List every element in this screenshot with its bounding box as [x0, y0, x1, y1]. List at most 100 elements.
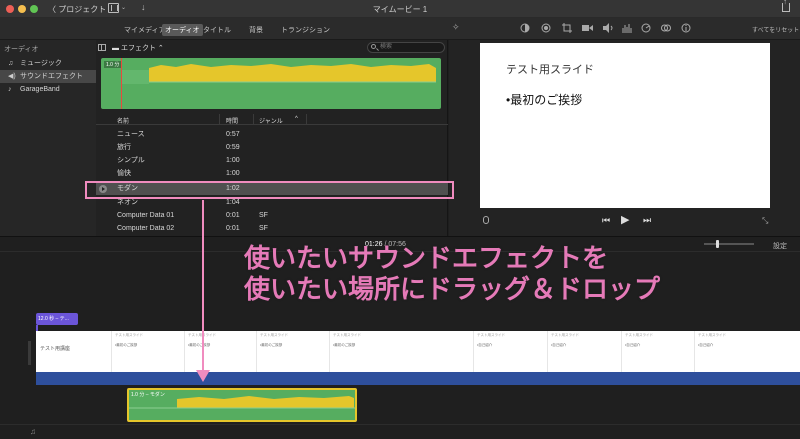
magic-wand-icon[interactable]: ✧: [452, 22, 460, 33]
item-time: 0:59: [226, 144, 240, 151]
timeline-zoom-slider[interactable]: [704, 240, 754, 248]
reset-all-button[interactable]: すべてをリセット: [752, 25, 799, 34]
item-name: Computer Data 01: [117, 212, 175, 219]
item-time: 0:57: [226, 131, 240, 138]
search-icon: [371, 44, 376, 49]
clip-audio-band[interactable]: [36, 372, 800, 385]
info-icon[interactable]: [681, 23, 691, 33]
preview-duration-label: 1.0 分: [104, 61, 122, 68]
sound-effect-clip[interactable]: 1.0 分 – モダン: [127, 388, 357, 422]
guitar-icon: ♪: [8, 86, 12, 93]
folder-label: エフェクト ⌃: [120, 45, 164, 52]
drag-arrow-shaft: [202, 200, 204, 370]
list-item[interactable]: 旅行 0:59: [96, 141, 448, 154]
sidebar-toggle-icon[interactable]: [98, 44, 106, 51]
sort-ascending-icon[interactable]: ^: [295, 116, 298, 122]
column-divider: [306, 114, 307, 125]
instruction-line-2: 使いたい場所にドラッグ＆ドロップ: [244, 274, 661, 304]
preview-playhead[interactable]: [121, 58, 122, 109]
browser-tab-bar: マイメディア オーディオ タイトル 背景 トランジション ✧ すべてをリセット: [0, 18, 800, 40]
list-header: 名前 時間 ジャンル ^: [96, 114, 448, 125]
item-name: ニュース: [117, 131, 145, 138]
video-track[interactable]: テスト用講座 テスト用スライド•最初のご挨拶 テスト用スライド•最初のご挨拶 テ…: [36, 331, 800, 372]
sidebar-item-label: サウンドエフェクト: [20, 73, 83, 80]
speaker-icon: ◀): [8, 73, 16, 80]
column-header-time[interactable]: 時間: [226, 116, 238, 125]
microphone-icon[interactable]: [483, 216, 489, 224]
sidebar-item-music[interactable]: ♫ ミュージック: [0, 57, 96, 70]
item-genre: SF: [259, 225, 268, 232]
browser-toolbar: ▬ エフェクト ⌃ 検索: [96, 40, 448, 55]
volume-icon[interactable]: [603, 23, 613, 33]
play-icon[interactable]: ▶: [621, 213, 629, 226]
title-clip[interactable]: 12.0 秒 – テ...: [36, 313, 78, 325]
column-header-genre[interactable]: ジャンル: [259, 116, 283, 125]
item-name: Computer Data 02: [117, 225, 175, 232]
list-item[interactable]: Computer Data 01 0:01 SF: [96, 209, 448, 222]
filmstrip-frame: テスト用スライド•最初のご挨拶: [111, 331, 146, 372]
slide-title: テスト用スライド: [506, 64, 594, 76]
folder-icon: ▬: [112, 45, 121, 52]
clip-filter-icon[interactable]: [661, 23, 671, 33]
zoom-slider-knob[interactable]: [716, 240, 719, 248]
sidebar-heading: オーディオ: [4, 46, 39, 53]
filmstrip-frame: テスト用スライド •自己紹介: [694, 331, 729, 372]
waveform-graphic: [121, 64, 436, 84]
item-time: 0:01: [226, 225, 240, 232]
instruction-line-1: 使いたいサウンドエフェクトを: [244, 243, 609, 273]
item-name: シンプル: [117, 157, 145, 164]
preview-frame[interactable]: テスト用スライド •最初のご挨拶: [480, 43, 770, 208]
drag-arrow-head: [196, 370, 210, 382]
first-clip-label: テスト用講座: [40, 346, 71, 352]
share-icon[interactable]: [782, 0, 790, 12]
sidebar-item-garageband[interactable]: ♪ GarageBand: [0, 83, 96, 96]
window-title: マイムービー 1: [372, 5, 428, 14]
filmstrip-frame: テスト用スライド•最初のご挨拶: [329, 331, 364, 372]
tab-titles[interactable]: タイトル: [200, 24, 234, 36]
sidebar-item-label: ミュージック: [20, 60, 62, 67]
viewer: テスト用スライド •最初のご挨拶 ⏮ ▶ ⏭ ⤡: [449, 40, 800, 236]
tab-backgrounds[interactable]: 背景: [246, 24, 266, 36]
list-item[interactable]: Computer Data 02 0:01 SF: [96, 222, 448, 235]
item-time: 1:00: [226, 170, 240, 177]
item-genre: SF: [259, 212, 268, 219]
audio-preview-waveform[interactable]: 1.0 分: [101, 58, 441, 109]
column-divider: [219, 114, 220, 125]
search-input[interactable]: 検索: [367, 42, 445, 53]
noise-reduction-icon[interactable]: [622, 23, 633, 33]
crop-icon[interactable]: [562, 23, 572, 33]
imovie-window: 〈 プロジェクト ⌄ ↓ マイムービー 1 マイメディア オーディオ タイトル …: [0, 0, 800, 439]
slide-bullet: •最初のご挨拶: [506, 93, 583, 107]
timeline-start-handle[interactable]: [28, 341, 31, 365]
tab-audio[interactable]: オーディオ: [162, 24, 203, 36]
color-balance-icon[interactable]: [520, 23, 530, 33]
item-name: 愉快: [117, 170, 131, 177]
filmstrip-frame: テスト用スライド •自己紹介: [547, 331, 582, 372]
sidebar-item-sound-effects[interactable]: ◀) サウンドエフェクト: [0, 70, 96, 83]
divider: [0, 424, 800, 425]
stabilization-icon[interactable]: [582, 23, 593, 33]
column-divider: [253, 114, 254, 125]
tab-transitions[interactable]: トランジション: [278, 24, 333, 36]
timeline-settings-button[interactable]: 設定: [773, 241, 787, 251]
highlight-box: [85, 181, 454, 199]
filmstrip-frame: テスト用スライド •自己紹介: [473, 331, 508, 372]
instruction-text: 使いたいサウンドエフェクトを 使いたい場所にドラッグ＆ドロップ: [244, 243, 660, 305]
search-placeholder: 検索: [380, 44, 393, 50]
speed-icon[interactable]: [641, 23, 651, 33]
sound-effect-clip-label: 1.0 分 – モダン: [131, 392, 165, 398]
folder-popup[interactable]: ▬ エフェクト ⌃: [112, 43, 164, 53]
list-item[interactable]: シンプル 1:00: [96, 154, 448, 167]
column-header-name[interactable]: 名前: [117, 116, 129, 125]
music-note-icon: ♫: [8, 60, 14, 67]
list-item[interactable]: ニュース 0:57: [96, 128, 448, 141]
list-item[interactable]: 愉快 1:00: [96, 167, 448, 180]
fullscreen-icon[interactable]: ⤡: [762, 216, 768, 226]
audio-browser: ▬ エフェクト ⌃ 検索 1.0 分 名前 時間 ジャンル ^ ニュース 0:5…: [96, 40, 448, 236]
color-correction-icon[interactable]: [541, 23, 551, 33]
skip-forward-icon[interactable]: ⏭: [643, 215, 651, 226]
item-name: 旅行: [117, 144, 131, 151]
filmstrip-frame: テスト用スライド •自己紹介: [621, 331, 656, 372]
item-time: 0:01: [226, 212, 240, 219]
skip-back-icon[interactable]: ⏮: [602, 215, 610, 226]
